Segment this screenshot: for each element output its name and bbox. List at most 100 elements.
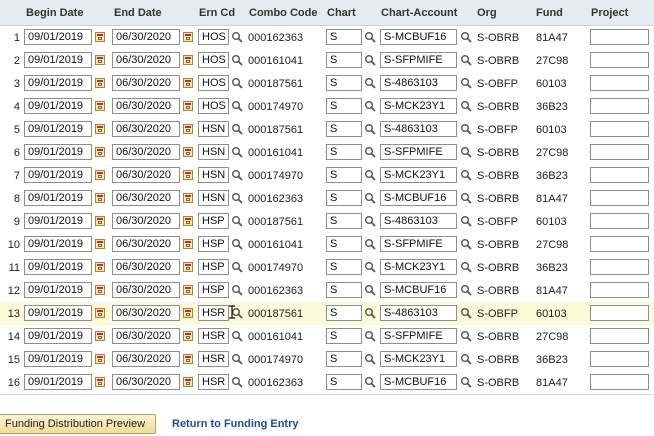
begin-date-input[interactable]: 09/01/2019 xyxy=(24,29,92,45)
chart-input[interactable]: S xyxy=(326,374,362,390)
project-input[interactable] xyxy=(590,328,649,344)
col-combo-code[interactable]: Combo Code xyxy=(249,7,317,19)
chart-input[interactable]: S xyxy=(326,52,362,68)
chart-account-input[interactable]: S-SFPMIFE xyxy=(380,236,457,252)
begin-date-input[interactable]: 09/01/2019 xyxy=(24,305,92,321)
ern-cd-lookup-icon[interactable] xyxy=(231,376,243,388)
project-input[interactable] xyxy=(590,236,649,252)
calendar-icon[interactable] xyxy=(183,32,193,42)
chart-account-input[interactable]: S-MCBUF16 xyxy=(380,29,457,45)
calendar-icon[interactable] xyxy=(183,331,193,341)
calendar-icon[interactable] xyxy=(183,377,193,387)
end-date-input[interactable]: 06/30/2020 xyxy=(112,144,180,160)
chart-input[interactable]: S xyxy=(326,29,362,45)
chart-input[interactable]: S xyxy=(326,213,362,229)
chart-input[interactable]: S xyxy=(326,75,362,91)
project-input[interactable] xyxy=(590,213,649,229)
chart-lookup-icon[interactable] xyxy=(364,100,376,112)
chart-input[interactable]: S xyxy=(326,121,362,137)
chart-lookup-icon[interactable] xyxy=(364,31,376,43)
col-project[interactable]: Project xyxy=(591,7,628,19)
chart-lookup-icon[interactable] xyxy=(364,307,376,319)
end-date-input[interactable]: 06/30/2020 xyxy=(112,282,180,298)
ern-cd-input[interactable]: HSN xyxy=(198,190,229,206)
calendar-icon[interactable] xyxy=(183,354,193,364)
col-begin-date[interactable]: Begin Date xyxy=(26,7,83,19)
chart-account-lookup-icon[interactable] xyxy=(460,146,472,158)
chart-lookup-icon[interactable] xyxy=(364,169,376,181)
ern-cd-input[interactable]: HOS xyxy=(198,29,229,45)
ern-cd-input[interactable]: HOS xyxy=(198,98,229,114)
chart-account-lookup-icon[interactable] xyxy=(460,169,472,181)
chart-input[interactable]: S xyxy=(326,305,362,321)
chart-account-input[interactable]: S-4863103 xyxy=(380,121,457,137)
calendar-icon[interactable] xyxy=(183,308,193,318)
calendar-icon[interactable] xyxy=(95,285,105,295)
project-input[interactable] xyxy=(590,305,649,321)
col-end-date[interactable]: End Date xyxy=(114,7,162,19)
begin-date-input[interactable]: 09/01/2019 xyxy=(24,282,92,298)
calendar-icon[interactable] xyxy=(95,193,105,203)
chart-input[interactable]: S xyxy=(326,259,362,275)
ern-cd-lookup-icon[interactable] xyxy=(231,77,243,89)
calendar-icon[interactable] xyxy=(95,308,105,318)
col-fund[interactable]: Fund xyxy=(536,7,563,19)
chart-account-input[interactable]: S-SFPMIFE xyxy=(380,144,457,160)
funding-distribution-preview-button[interactable]: Funding Distribution Preview xyxy=(0,414,157,434)
end-date-input[interactable]: 06/30/2020 xyxy=(112,52,180,68)
calendar-icon[interactable] xyxy=(183,216,193,226)
end-date-input[interactable]: 06/30/2020 xyxy=(112,75,180,91)
chart-account-input[interactable]: S-MCBUF16 xyxy=(380,374,457,390)
calendar-icon[interactable] xyxy=(95,331,105,341)
ern-cd-input[interactable]: HSR xyxy=(198,305,229,321)
ern-cd-input[interactable]: HSP xyxy=(198,213,229,229)
ern-cd-input[interactable]: HSN xyxy=(198,144,229,160)
chart-lookup-icon[interactable] xyxy=(364,238,376,250)
ern-cd-lookup-icon[interactable] xyxy=(231,192,243,204)
calendar-icon[interactable] xyxy=(183,55,193,65)
col-chart-account[interactable]: Chart-Account xyxy=(381,7,457,19)
calendar-icon[interactable] xyxy=(95,377,105,387)
chart-account-lookup-icon[interactable] xyxy=(460,123,472,135)
begin-date-input[interactable]: 09/01/2019 xyxy=(24,75,92,91)
ern-cd-lookup-icon[interactable] xyxy=(231,353,243,365)
calendar-icon[interactable] xyxy=(183,170,193,180)
project-input[interactable] xyxy=(590,259,649,275)
begin-date-input[interactable]: 09/01/2019 xyxy=(24,167,92,183)
calendar-icon[interactable] xyxy=(95,101,105,111)
project-input[interactable] xyxy=(590,190,649,206)
chart-lookup-icon[interactable] xyxy=(364,376,376,388)
calendar-icon[interactable] xyxy=(95,354,105,364)
calendar-icon[interactable] xyxy=(95,78,105,88)
calendar-icon[interactable] xyxy=(95,124,105,134)
chart-account-input[interactable]: S-MCK23Y1 xyxy=(380,167,457,183)
begin-date-input[interactable]: 09/01/2019 xyxy=(24,190,92,206)
chart-account-input[interactable]: S-MCBUF16 xyxy=(380,190,457,206)
calendar-icon[interactable] xyxy=(95,32,105,42)
chart-lookup-icon[interactable] xyxy=(364,215,376,227)
chart-account-input[interactable]: S-4863103 xyxy=(380,305,457,321)
project-input[interactable] xyxy=(590,121,649,137)
calendar-icon[interactable] xyxy=(183,239,193,249)
return-to-funding-entry-link[interactable]: Return to Funding Entry xyxy=(172,418,298,430)
end-date-input[interactable]: 06/30/2020 xyxy=(112,29,180,45)
calendar-icon[interactable] xyxy=(95,147,105,157)
chart-account-lookup-icon[interactable] xyxy=(460,31,472,43)
ern-cd-input[interactable]: HSR xyxy=(198,374,229,390)
col-ern-cd[interactable]: Ern Cd xyxy=(199,7,235,19)
ern-cd-lookup-icon[interactable] xyxy=(231,215,243,227)
project-input[interactable] xyxy=(590,282,649,298)
chart-lookup-icon[interactable] xyxy=(364,54,376,66)
begin-date-input[interactable]: 09/01/2019 xyxy=(24,236,92,252)
chart-lookup-icon[interactable] xyxy=(364,284,376,296)
col-org[interactable]: Org xyxy=(477,7,497,19)
chart-input[interactable]: S xyxy=(326,328,362,344)
col-chart[interactable]: Chart xyxy=(327,7,356,19)
chart-account-input[interactable]: S-SFPMIFE xyxy=(380,52,457,68)
chart-input[interactable]: S xyxy=(326,144,362,160)
ern-cd-input[interactable]: HSP xyxy=(198,282,229,298)
chart-account-lookup-icon[interactable] xyxy=(460,77,472,89)
end-date-input[interactable]: 06/30/2020 xyxy=(112,98,180,114)
ern-cd-input[interactable]: HSP xyxy=(198,259,229,275)
end-date-input[interactable]: 06/30/2020 xyxy=(112,121,180,137)
